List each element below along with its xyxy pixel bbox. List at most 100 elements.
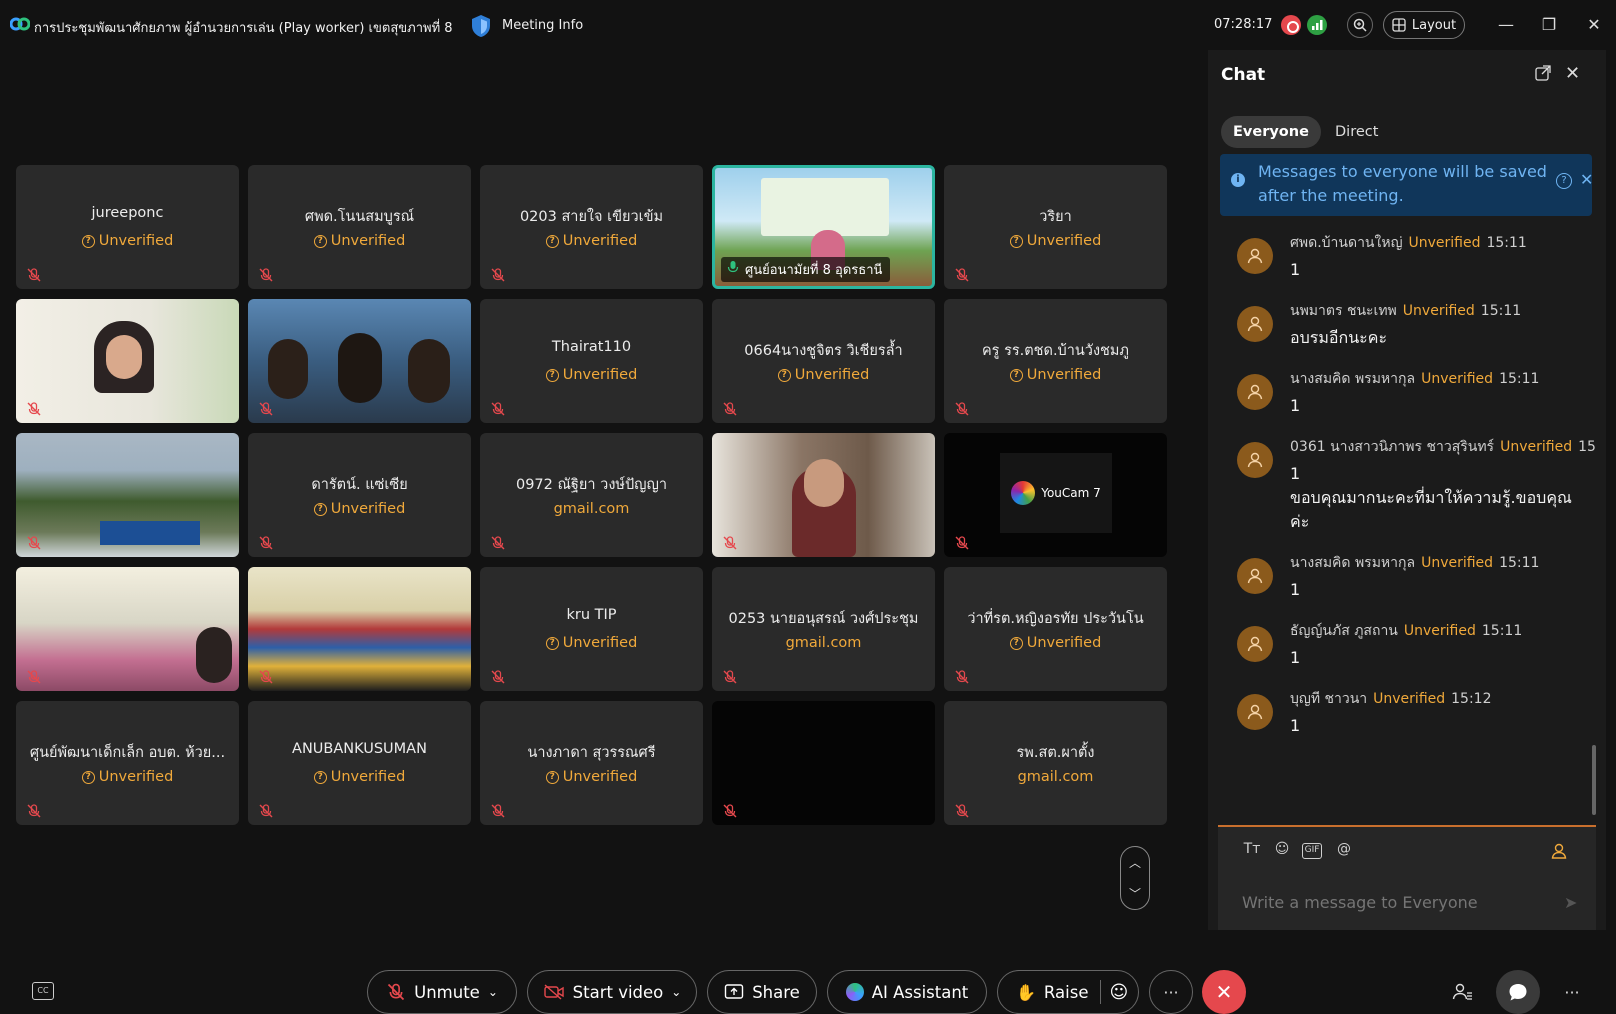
muted-mic-icon <box>955 268 969 282</box>
participant-status: ? Unverified <box>480 635 703 651</box>
message-text: 1 ขอบคุณมากนะคะที่มาให้ความรู้.ขอบคุณค่ะ <box>1290 464 1572 531</box>
chevron-down-icon[interactable]: ⌄ <box>488 985 498 999</box>
participant-video-tile[interactable] <box>16 433 239 557</box>
raise-hand-button[interactable]: ✋ Raise ☺ <box>997 970 1139 1014</box>
chevron-down-icon[interactable]: ⌄ <box>671 985 681 999</box>
participant-tile[interactable]: jureeponc ? Unverified <box>16 165 239 289</box>
chat-scrollbar[interactable] <box>1592 745 1596 815</box>
participant-name: ครู รร.ตชด.บ้านวังชมภู <box>981 343 1129 359</box>
participant-status: ? Unverified <box>248 233 471 249</box>
participant-tile[interactable]: 0972 ณัฐิยา วงษ์ปัญญา gmail.com <box>480 433 703 557</box>
participant-tile[interactable]: รพ.สต.ผาตั้ง gmail.com <box>944 701 1167 825</box>
participant-tile[interactable]: ศพด.โนนสมบูรณ์ ? Unverified <box>248 165 471 289</box>
participant-name: ศพด.โนนสมบูรณ์ <box>304 209 415 225</box>
unmute-button[interactable]: Unmute ⌄ <box>367 970 517 1014</box>
participant-tile[interactable]: ศูนย์พัฒนาเด็กเล็ก อบต. ห้วย... ? Unverif… <box>16 701 239 825</box>
network-signal-icon[interactable] <box>1307 15 1327 35</box>
closed-captions-icon[interactable]: CC <box>32 982 54 1000</box>
message-composer: Tт ☺ GIF @ ➤ <box>1218 825 1596 930</box>
chat-title: Chat <box>1221 65 1266 85</box>
chat-button[interactable] <box>1496 970 1540 1014</box>
more-options-button[interactable]: ··· <box>1149 970 1193 1014</box>
help-icon[interactable]: ? <box>1556 173 1572 189</box>
participant-tile[interactable]: 0203 สายใจ เขียวเข้ม ? Unverified <box>480 165 703 289</box>
participant-tile[interactable]: kru TIP ? Unverified <box>480 567 703 691</box>
text-format-icon[interactable]: Tт <box>1242 841 1262 861</box>
more-panels-button[interactable]: ··· <box>1550 970 1594 1014</box>
muted-mic-icon <box>955 804 969 818</box>
chevron-down-icon[interactable]: ﹀ <box>1121 878 1149 909</box>
muted-mic-icon <box>388 983 405 1001</box>
participants-button[interactable] <box>1440 970 1484 1014</box>
participant-tile[interactable]: ครู รร.ตชด.บ้านวังชมภู ? Unverified <box>944 299 1167 423</box>
muted-mic-icon <box>259 536 273 550</box>
avatar <box>1237 558 1273 594</box>
shield-icon[interactable] <box>470 14 492 38</box>
avatar <box>1237 442 1273 478</box>
participant-tile[interactable]: ว่าที่รต.หญิงอรทัย ประวันโน ? Unverified <box>944 567 1167 691</box>
participant-video-tile[interactable] <box>248 299 471 423</box>
unverified-icon: ? <box>1009 234 1023 248</box>
close-chat-icon[interactable]: ✕ <box>1565 63 1580 84</box>
restore-icon[interactable]: ❐ <box>1538 14 1560 36</box>
start-video-button[interactable]: Start video ⌄ <box>527 970 697 1014</box>
emoji-icon[interactable]: ☺ <box>1272 841 1292 861</box>
participant-tile[interactable]: นางภาดา สุวรรณศรี ? Unverified <box>480 701 703 825</box>
muted-mic-icon <box>723 402 737 416</box>
participant-video-tile[interactable]: YouCam 7 <box>944 433 1167 557</box>
title-bar: การประชุมพัฒนาศักยภาพ ผู้อำนวยการเล่น (P… <box>0 0 1616 52</box>
unverified-icon: ? <box>545 234 559 248</box>
video-off-icon <box>543 984 564 1000</box>
chat-message-input[interactable] <box>1242 893 1542 912</box>
muted-mic-icon <box>723 804 737 818</box>
minimize-icon[interactable]: — <box>1495 14 1517 36</box>
participant-video-tile[interactable] <box>248 567 471 691</box>
participant-tile[interactable]: 0664นางชูจิตร วิเชียรล้ำ ? Unverified <box>712 299 935 423</box>
mention-icon[interactable]: @ <box>1334 841 1354 861</box>
unverified-icon: ? <box>545 636 559 650</box>
tab-everyone[interactable]: Everyone <box>1221 116 1321 148</box>
meeting-title: การประชุมพัฒนาศักยภาพ ผู้อำนวยการเล่น (P… <box>34 21 453 36</box>
layout-button[interactable]: Layout <box>1383 11 1465 39</box>
chat-message-list[interactable]: ศพด.บ้านดานใหญ่ Unverified 15:11 1 นพมาตร … <box>1208 222 1606 812</box>
active-speaker-tile[interactable]: ศูนย์อนามัยที่ 8 อุดรธานี <box>712 165 935 289</box>
participant-lock-icon[interactable] <box>1550 841 1570 861</box>
zoom-icon[interactable] <box>1347 12 1373 38</box>
chevron-up-icon[interactable]: ︿ <box>1121 847 1149 878</box>
ai-assistant-button[interactable]: AI Assistant <box>827 970 987 1014</box>
participant-tile[interactable]: วริยา ? Unverified <box>944 165 1167 289</box>
recording-icon[interactable] <box>1281 15 1301 35</box>
muted-mic-icon <box>27 670 41 684</box>
tab-direct[interactable]: Direct <box>1323 116 1390 148</box>
gif-icon[interactable]: GIF <box>1302 843 1322 859</box>
popout-icon[interactable] <box>1534 64 1552 82</box>
grid-page-scroller[interactable]: ︿ ﹀ <box>1120 846 1150 910</box>
participant-video-tile[interactable] <box>16 299 239 423</box>
send-icon[interactable]: ➤ <box>1564 893 1577 912</box>
reactions-icon[interactable]: ☺ <box>1109 982 1128 1003</box>
hand-icon: ✋ <box>1016 982 1036 1002</box>
participant-name: kru TIP <box>566 607 617 623</box>
muted-mic-icon <box>27 402 41 416</box>
participant-status: ? Unverified <box>480 769 703 785</box>
close-window-icon[interactable]: ✕ <box>1583 14 1605 36</box>
unverified-icon: ? <box>313 502 327 516</box>
participant-name: วริยา <box>1039 209 1072 225</box>
participant-tile[interactable]: Thairat110 ? Unverified <box>480 299 703 423</box>
participant-video-tile[interactable] <box>712 701 935 825</box>
meeting-info-link[interactable]: Meeting Info <box>502 18 583 33</box>
participant-tile[interactable]: ANUBANKUSUMAN ? Unverified <box>248 701 471 825</box>
share-button[interactable]: Share <box>707 970 817 1014</box>
end-meeting-button[interactable]: ✕ <box>1202 970 1246 1014</box>
participant-tile[interactable]: 0253 นายอนุสรณ์ วงศ์ประชุม gmail.com <box>712 567 935 691</box>
ellipsis-icon: ··· <box>1163 982 1179 1002</box>
muted-mic-icon <box>955 670 969 684</box>
dismiss-notice-icon[interactable]: ✕ <box>1580 170 1593 189</box>
participant-video-tile[interactable] <box>712 433 935 557</box>
message-header: นางสมคิด พรมหากุล Unverified 15:11 <box>1290 371 1540 387</box>
message-header: 0361 นางสาวนิภาพร ชาวสุรินทร์ Unverified 1… <box>1290 439 1596 455</box>
participant-video-tile[interactable] <box>16 567 239 691</box>
avatar <box>1237 626 1273 662</box>
participant-tile[interactable]: ดารัตน์. แซ่เซีย ? Unverified <box>248 433 471 557</box>
participant-name: Thairat110 <box>551 339 632 355</box>
